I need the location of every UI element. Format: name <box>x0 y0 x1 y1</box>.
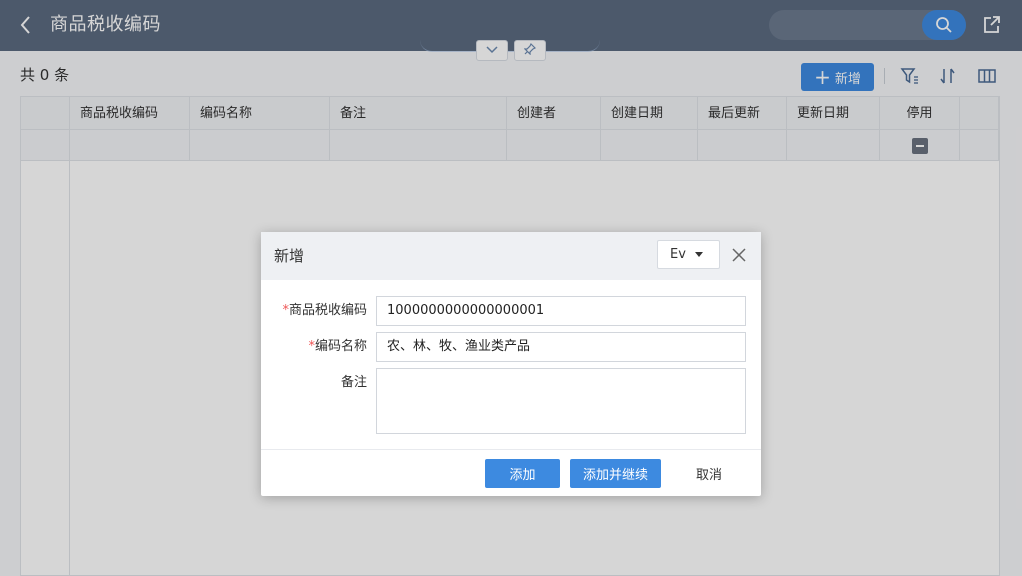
language-value: Ev <box>670 247 686 262</box>
name-input[interactable]: 农、林、牧、渔业类产品 <box>376 332 746 362</box>
cancel-button[interactable]: 取消 <box>677 459 741 488</box>
add-button-confirm[interactable]: 添加 <box>485 459 560 488</box>
dialog-header: 新增 Ev <box>261 232 761 280</box>
note-label-text: 备注 <box>340 375 367 390</box>
add-and-continue-button[interactable]: 添加并继续 <box>570 459 661 488</box>
dialog-footer-divider <box>261 449 761 450</box>
caret-down-icon <box>694 252 703 257</box>
dialog-title: 新增 <box>274 247 305 265</box>
add-dialog: 新增 Ev *商品税收编码 1000000000000000001 *编码名称 … <box>261 232 761 496</box>
code-label-text: 商品税收编码 <box>288 303 367 318</box>
language-select[interactable]: Ev <box>657 240 720 269</box>
code-field-label: *商品税收编码 <box>261 301 367 321</box>
note-field-label: 备注 <box>261 373 367 393</box>
code-input[interactable]: 1000000000000000001 <box>376 296 746 326</box>
name-label-text: 编码名称 <box>314 339 367 354</box>
name-field-label: *编码名称 <box>261 337 367 357</box>
note-textarea[interactable] <box>376 368 746 434</box>
close-icon[interactable] <box>731 247 747 263</box>
